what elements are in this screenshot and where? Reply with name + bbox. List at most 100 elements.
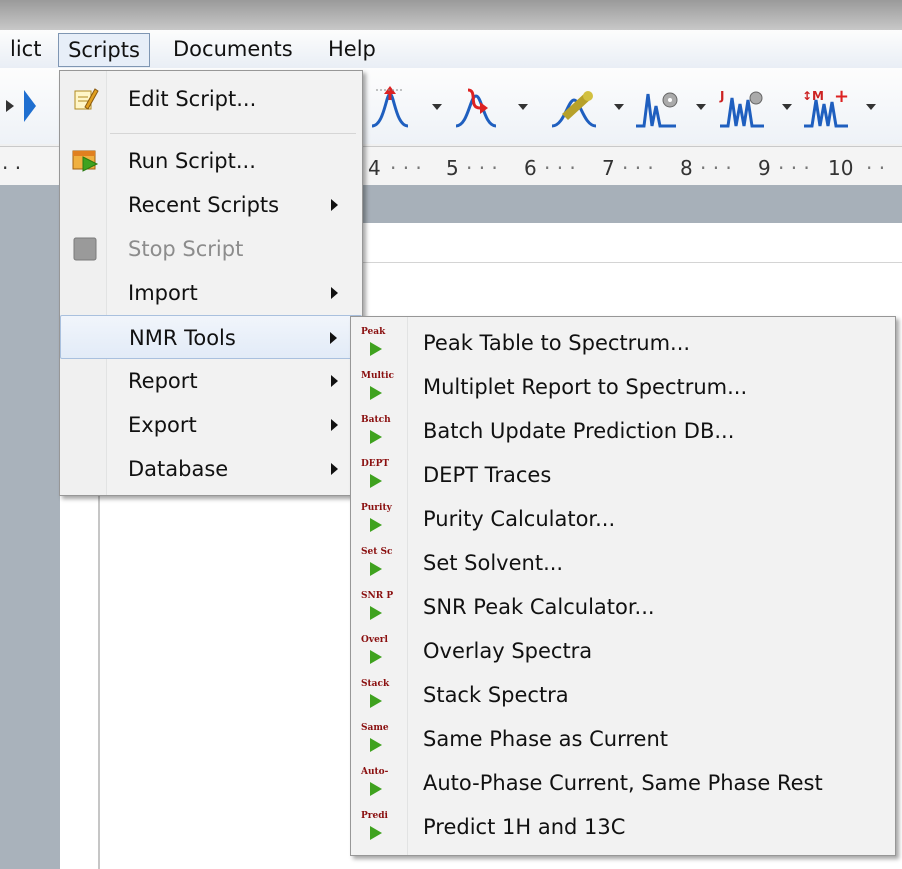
menu-conflict[interactable]: lict xyxy=(2,30,49,68)
menu-item-label: Recent Scripts xyxy=(128,193,280,217)
ruler-tick-marks: · · · xyxy=(778,156,810,180)
menu-item-label: Report xyxy=(128,369,198,393)
menu-item-import[interactable]: Import xyxy=(60,271,362,315)
document-margin-line xyxy=(98,490,100,869)
ruler-tick: 8 xyxy=(680,156,693,180)
menu-item-stop-script: Stop Script xyxy=(60,227,362,271)
menu-item-label: NMR Tools xyxy=(129,326,236,350)
submenu-item-label: Purity Calculator... xyxy=(423,507,616,531)
submenu-item-predict-1h-13c[interactable]: Predi Predict 1H and 13C xyxy=(351,805,895,849)
submenu-item-label: Same Phase as Current xyxy=(423,727,668,751)
menu-help[interactable]: Help xyxy=(320,30,384,68)
menu-item-nmr-tools[interactable]: NMR Tools xyxy=(60,315,362,359)
stop-script-icon xyxy=(73,237,97,261)
submenu-item-overlay-spectra[interactable]: Overl Overlay Spectra xyxy=(351,629,895,673)
submenu-item-label: Auto-Phase Current, Same Phase Rest xyxy=(423,771,823,795)
submenu-item-peak-table-to-spectrum[interactable]: Peak Peak Table to Spectrum... xyxy=(351,321,895,365)
submenu-item-label: Peak Table to Spectrum... xyxy=(423,331,691,355)
submenu-item-same-phase[interactable]: Same Same Phase as Current xyxy=(351,717,895,761)
ruler-tick-marks: · · · xyxy=(466,156,498,180)
peak-tool-dropdown-icon[interactable] xyxy=(432,104,442,110)
ruler-tick-marks: · · · xyxy=(700,156,732,180)
script-play-icon: Overl xyxy=(359,635,395,669)
submenu-item-label: Predict 1H and 13C xyxy=(423,815,626,839)
svg-text:J: J xyxy=(719,89,724,103)
submenu-item-label: SNR Peak Calculator... xyxy=(423,595,655,619)
script-play-icon: Multic xyxy=(359,371,395,405)
submenu-item-label: DEPT Traces xyxy=(423,463,552,487)
scripts-menu: Edit Script... Run Script... Recent Scri… xyxy=(59,70,363,496)
submenu-arrow-icon xyxy=(331,199,338,211)
submenu-item-label: Multiplet Report to Spectrum... xyxy=(423,375,748,399)
window-title-strip xyxy=(0,0,902,30)
menu-item-label: Import xyxy=(128,281,198,305)
svg-text:↕M: ↕M xyxy=(802,89,824,103)
submenu-item-multiplet-report[interactable]: Multic Multiplet Report to Spectrum... xyxy=(351,365,895,409)
menu-item-edit-script[interactable]: Edit Script... xyxy=(60,77,362,121)
toolbar-arrow-left[interactable] xyxy=(0,86,40,126)
submenu-arrow-icon xyxy=(331,463,338,475)
integration-tool-dropdown-icon[interactable] xyxy=(518,104,528,110)
script-play-icon: Purity xyxy=(359,503,395,537)
menu-item-report[interactable]: Report xyxy=(60,359,362,403)
multiplet-analysis-dropdown-icon[interactable] xyxy=(782,104,792,110)
ruler-tick: 6 xyxy=(524,156,537,180)
menu-item-export[interactable]: Export xyxy=(60,403,362,447)
script-play-icon: DEPT xyxy=(359,459,395,493)
fit-tool-dropdown-icon[interactable] xyxy=(614,104,624,110)
ruler-tick: 7 xyxy=(602,156,615,180)
submenu-item-dept-traces[interactable]: DEPT DEPT Traces xyxy=(351,453,895,497)
script-play-icon: SNR P xyxy=(359,591,395,625)
menu-item-label: Export xyxy=(128,413,197,437)
multiplet-add-icon[interactable]: ↕M + xyxy=(800,86,860,128)
ruler-tick: 4 xyxy=(368,156,381,180)
submenu-arrow-icon xyxy=(331,287,338,299)
submenu-arrow-icon xyxy=(330,332,337,344)
submenu-item-purity-calculator[interactable]: Purity Purity Calculator... xyxy=(351,497,895,541)
peak-tool-icon[interactable] xyxy=(368,86,428,128)
submenu-item-batch-update[interactable]: Batch Batch Update Prediction DB... xyxy=(351,409,895,453)
menu-bar: lict Scripts Documents Help xyxy=(0,30,902,69)
script-play-icon: Batch xyxy=(359,415,395,449)
submenu-item-label: Batch Update Prediction DB... xyxy=(423,419,735,443)
submenu-item-label: Set Solvent... xyxy=(423,551,564,575)
ruler-tick-marks: · · xyxy=(2,156,22,180)
script-play-icon: Predi xyxy=(359,811,395,845)
submenu-item-set-solvent[interactable]: Set Sc Set Solvent... xyxy=(351,541,895,585)
submenu-item-snr-peak-calculator[interactable]: SNR P SNR Peak Calculator... xyxy=(351,585,895,629)
run-script-icon xyxy=(72,150,99,172)
script-play-icon: Stack xyxy=(359,679,395,713)
menu-documents[interactable]: Documents xyxy=(165,30,301,68)
multiplet-add-dropdown-icon[interactable] xyxy=(866,104,876,110)
menu-item-label: Stop Script xyxy=(128,237,244,261)
ruler-tick: 10 xyxy=(828,156,854,180)
multiplet-analysis-icon[interactable]: J xyxy=(716,86,776,128)
script-play-icon: Set Sc xyxy=(359,547,395,581)
ruler-tick: 5 xyxy=(446,156,459,180)
integration-tool-icon[interactable] xyxy=(450,86,510,128)
menu-item-recent-scripts[interactable]: Recent Scripts xyxy=(60,183,362,227)
script-play-icon: Auto- xyxy=(359,767,395,801)
edit-script-icon xyxy=(74,88,99,110)
multiplet-settings-dropdown-icon[interactable] xyxy=(696,104,706,110)
submenu-item-label: Stack Spectra xyxy=(423,683,569,707)
menu-item-database[interactable]: Database xyxy=(60,447,362,491)
submenu-arrow-icon xyxy=(331,375,338,387)
menu-item-run-script[interactable]: Run Script... xyxy=(60,139,362,183)
multiplet-settings-icon[interactable] xyxy=(632,86,692,128)
fit-tool-icon[interactable] xyxy=(548,86,608,128)
menu-scripts[interactable]: Scripts xyxy=(58,33,150,67)
svg-text:+: + xyxy=(834,86,849,107)
script-play-icon: Same xyxy=(359,723,395,757)
submenu-item-stack-spectra[interactable]: Stack Stack Spectra xyxy=(351,673,895,717)
nmr-tools-submenu: Peak Peak Table to Spectrum... Multic Mu… xyxy=(350,316,896,856)
submenu-item-auto-phase[interactable]: Auto- Auto-Phase Current, Same Phase Res… xyxy=(351,761,895,805)
ruler-tick-marks: · · · xyxy=(544,156,576,180)
ruler-tick: 9 xyxy=(758,156,771,180)
ruler-tick-marks: · · · xyxy=(390,156,422,180)
ruler-tick-marks: · · · xyxy=(622,156,654,180)
menu-item-label: Edit Script... xyxy=(128,87,257,111)
menu-separator xyxy=(110,133,356,134)
menu-item-label: Database xyxy=(128,457,229,481)
menu-item-label: Run Script... xyxy=(128,149,256,173)
